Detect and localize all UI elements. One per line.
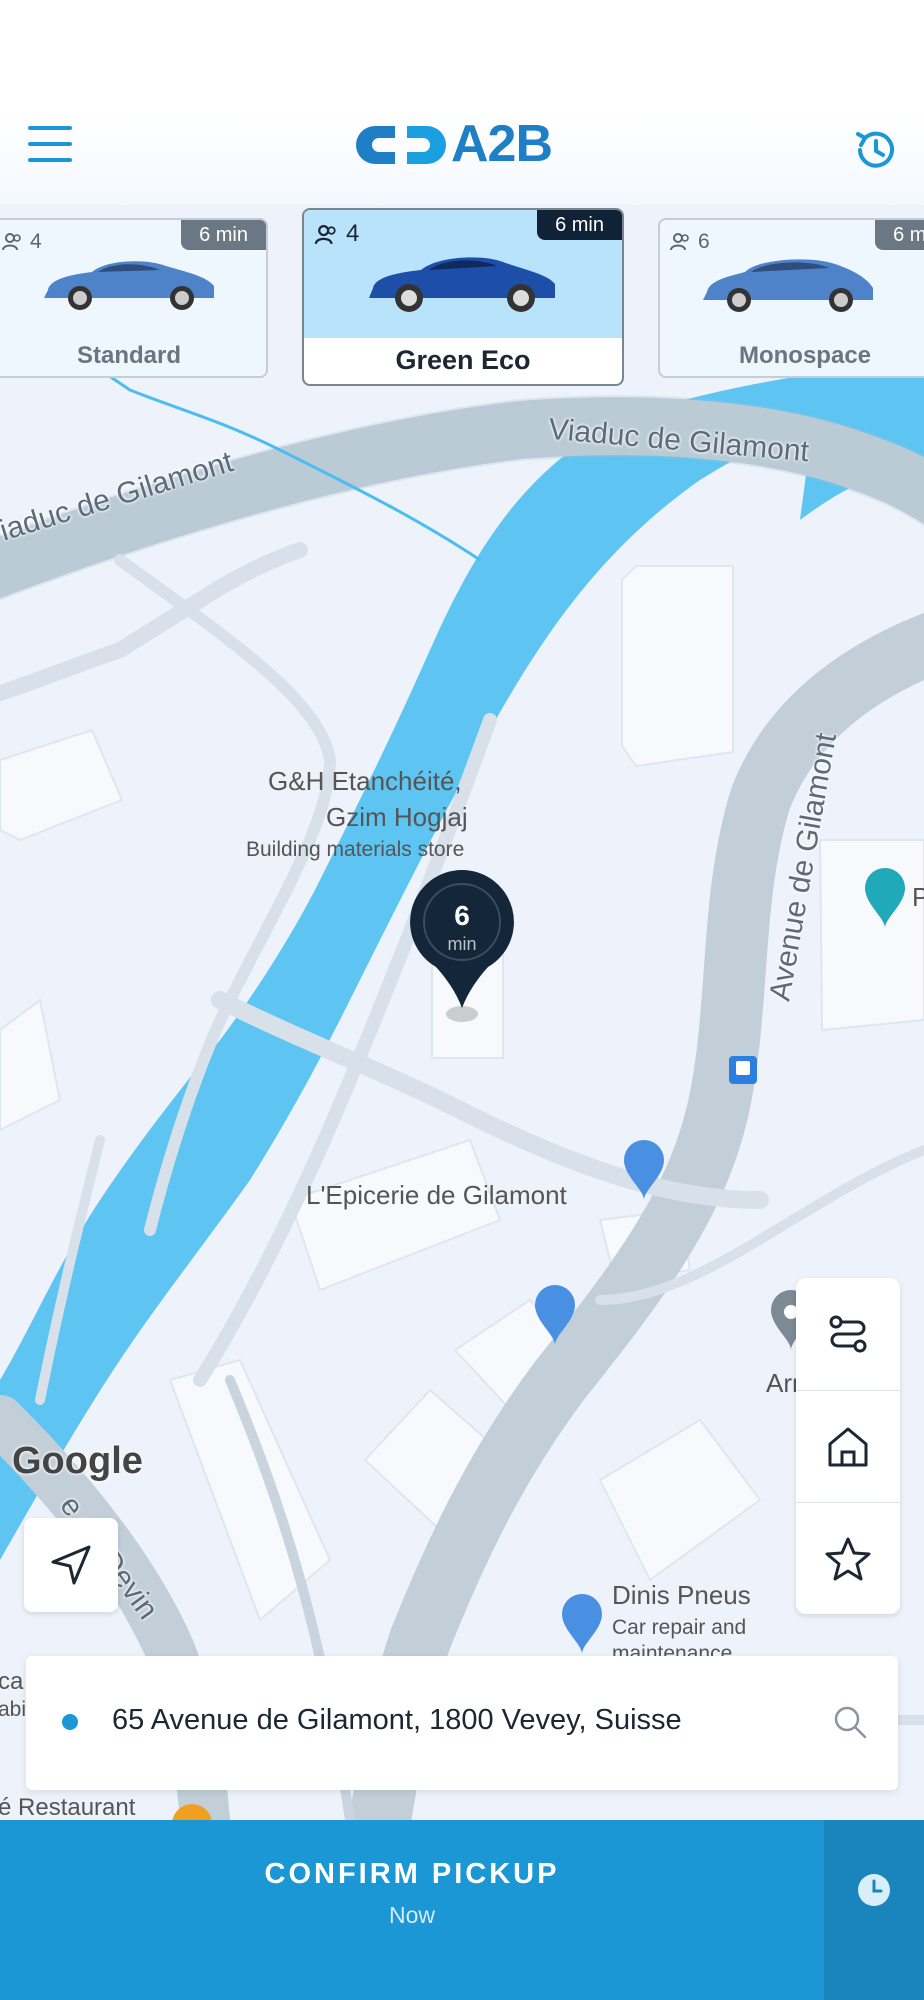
home-icon	[828, 1427, 868, 1467]
poi-dinis-category: Car repair and	[612, 1616, 747, 1639]
vehicle-card-standard[interactable]: 4 6 min Standard	[0, 218, 268, 378]
route-icon	[829, 1315, 867, 1353]
passengers-icon	[670, 233, 689, 251]
google-attribution: Google	[12, 1440, 143, 1482]
poi-restaurant[interactable]: é Restaurant	[0, 1794, 135, 1822]
route-button[interactable]	[796, 1278, 900, 1390]
pin-eta-unit: min	[447, 934, 477, 954]
shortcut-panel	[796, 1278, 900, 1614]
my-location-button[interactable]	[24, 1518, 118, 1612]
poi-edge-right: P	[912, 882, 924, 912]
history-clock-icon[interactable]	[852, 126, 900, 174]
car-icon	[44, 261, 214, 310]
app-logo: A2B	[355, 115, 570, 173]
pickup-address[interactable]: 65 Avenue de Gilamont, 1800 Vevey, Suiss…	[112, 1704, 682, 1737]
schedule-button[interactable]	[824, 1820, 924, 2000]
confirm-pickup-button[interactable]: CONFIRM PICKUP Now	[0, 1820, 824, 2000]
pickup-pin[interactable]: 6 min	[408, 868, 516, 1028]
favorites-button[interactable]	[796, 1502, 900, 1615]
vehicle-card-green-eco[interactable]: 4 6 min Green Eco	[302, 208, 624, 386]
poi-edge-left-2: abi	[0, 1698, 27, 1721]
pickup-address-field[interactable]: 65 Avenue de Gilamont, 1800 Vevey, Suiss…	[26, 1656, 898, 1790]
clock-icon	[858, 1874, 890, 1906]
poi-edge-left-1: ca	[0, 1668, 24, 1695]
vehicle-card-monospace[interactable]: 6 6 min Monospace	[658, 218, 924, 378]
logo-mark-icon	[356, 126, 446, 164]
car-icon	[702, 259, 873, 312]
pickup-dot-icon	[62, 1714, 78, 1730]
poi-epicerie[interactable]: L'Epicerie de Gilamont	[306, 1180, 567, 1211]
pin-eta-value: 6	[454, 900, 470, 931]
hamburger-icon[interactable]	[28, 126, 72, 166]
home-button[interactable]	[796, 1390, 900, 1503]
logo-text: A2B	[451, 115, 553, 173]
poi-gh-name-1[interactable]: G&H Etanchéité,	[268, 766, 462, 797]
passengers-icon	[2, 233, 21, 251]
poi-gh-name-2[interactable]: Gzim Hogjaj	[326, 802, 468, 833]
eta-badge: 6 min	[181, 220, 266, 250]
eta-badge: 6 min	[537, 210, 622, 240]
confirm-title: CONFIRM PICKUP	[264, 1858, 560, 1890]
vehicle-name: Standard	[76, 342, 181, 369]
vehicle-name: Green Eco	[395, 345, 531, 375]
capacity-label: 4	[346, 220, 360, 247]
app-header: A2B	[0, 0, 924, 205]
eta-badge: 6 min	[875, 220, 924, 250]
poi-gh-category: Building materials store	[246, 838, 465, 861]
poi-dinis-name[interactable]: Dinis Pneus	[612, 1580, 751, 1611]
vehicle-name: Monospace	[738, 342, 872, 369]
confirm-subtitle: Now	[388, 1902, 435, 1928]
star-icon	[825, 1537, 871, 1581]
search-icon[interactable]	[832, 1704, 868, 1740]
passengers-icon	[314, 224, 336, 244]
car-icon	[369, 257, 555, 312]
navigation-arrow-icon	[51, 1545, 91, 1585]
